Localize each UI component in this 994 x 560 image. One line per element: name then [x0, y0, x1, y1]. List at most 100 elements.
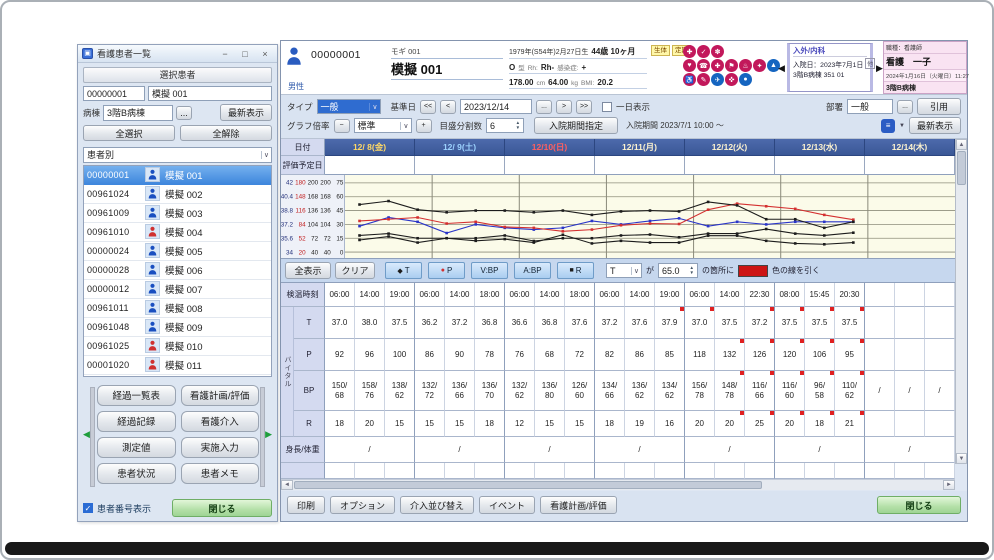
value-cell[interactable]: 134/66 [594, 371, 625, 411]
spinner-arrows-icon[interactable]: ▲▼ [516, 121, 520, 130]
value-cell[interactable]: 92 [325, 339, 355, 371]
date-cell[interactable]: 12/12(火) [685, 139, 775, 156]
value-cell[interactable] [895, 307, 925, 339]
value-cell[interactable]: 148/78 [715, 371, 745, 411]
horizontal-scroll-thumb[interactable] [294, 481, 762, 489]
patient-row[interactable]: 00961025模擬 010 [84, 337, 271, 356]
action-button[interactable]: 患者状況 [97, 463, 176, 484]
value-cell[interactable]: 136/70 [475, 371, 505, 411]
value-cell[interactable]: 20 [355, 411, 385, 437]
date-first-button[interactable]: << [420, 100, 436, 114]
date-next-button[interactable]: > [556, 100, 572, 114]
height-weight-cell[interactable]: / [414, 437, 505, 463]
action-button[interactable]: 経過一覧表 [97, 385, 176, 406]
height-weight-cell[interactable]: / [864, 437, 955, 463]
evaluation-cell[interactable] [775, 156, 865, 175]
value-cell[interactable] [925, 307, 955, 339]
action-button[interactable]: 実施入力 [181, 437, 260, 458]
value-cell[interactable] [925, 411, 955, 437]
value-cell[interactable]: 36.2 [414, 307, 445, 339]
value-cell[interactable] [864, 307, 895, 339]
horizontal-scroll-track[interactable] [293, 480, 943, 490]
patient-row[interactable]: 00000028模擬 006 [84, 261, 271, 280]
value-cell[interactable]: 18 [325, 411, 355, 437]
date-cell[interactable]: 12/ 8(金) [325, 139, 415, 156]
scroll-up-icon[interactable]: ▲ [956, 139, 967, 150]
action-button[interactable]: 患者メモ [181, 463, 260, 484]
date-cell[interactable]: 12/13(水) [775, 139, 865, 156]
value-cell[interactable]: 132 [715, 339, 745, 371]
value-cell[interactable]: 37.9 [655, 307, 685, 339]
value-cell[interactable]: 20 [774, 411, 805, 437]
refresh-button[interactable]: 最新表示 [220, 104, 272, 121]
value-cell[interactable]: 19 [625, 411, 655, 437]
value-cell[interactable]: 18 [805, 411, 835, 437]
value-cell[interactable]: 85 [655, 339, 685, 371]
admission-next-icon[interactable]: ▶ [876, 63, 883, 74]
chevron-down-icon[interactable]: ▼ [899, 123, 905, 129]
value-cell[interactable]: 08:00 [774, 283, 805, 307]
grid-refresh-button[interactable]: 最新表示 [909, 117, 961, 134]
value-cell[interactable]: 37.2 [745, 307, 775, 339]
value-cell[interactable]: 37.5 [774, 307, 805, 339]
toggle-t[interactable]: ◆T [385, 262, 422, 279]
value-cell[interactable]: 134/62 [655, 371, 685, 411]
value-cell[interactable]: 14:00 [355, 283, 385, 307]
value-cell[interactable]: 18:00 [565, 283, 595, 307]
value-cell[interactable]: 37.0 [325, 307, 355, 339]
value-cell[interactable]: 19:00 [655, 283, 685, 307]
patient-row[interactable]: 00000001模擬 001 [84, 166, 271, 185]
value-cell[interactable]: 18 [475, 411, 505, 437]
value-cell[interactable]: 90 [445, 339, 475, 371]
value-cell[interactable]: 15 [535, 411, 565, 437]
value-cell[interactable]: 82 [594, 339, 625, 371]
base-date-input[interactable]: 2023/12/14 [460, 99, 532, 114]
value-cell[interactable]: 36.8 [475, 307, 505, 339]
threshold-item-select[interactable]: T∨ [606, 263, 642, 278]
evaluation-cell[interactable] [325, 156, 415, 175]
value-cell[interactable]: 37.5 [715, 307, 745, 339]
value-cell[interactable] [895, 339, 925, 371]
value-cell[interactable] [625, 463, 655, 479]
value-cell[interactable]: 06:00 [684, 283, 715, 307]
footer-button[interactable]: イベント [479, 496, 535, 514]
value-cell[interactable]: 86 [625, 339, 655, 371]
quote-button[interactable]: 引用 [917, 98, 961, 115]
value-cell[interactable]: 20 [684, 411, 715, 437]
value-cell[interactable]: 14:00 [535, 283, 565, 307]
value-cell[interactable] [864, 283, 895, 307]
value-cell[interactable] [504, 463, 535, 479]
value-cell[interactable] [594, 463, 625, 479]
patient-list-close-button[interactable]: 閉じる [172, 499, 272, 517]
action-button[interactable]: 看護介入 [181, 411, 260, 432]
value-cell[interactable] [925, 463, 955, 479]
divisions-spinner[interactable]: 6 ▲▼ [486, 118, 524, 133]
value-cell[interactable] [864, 463, 895, 479]
height-weight-cell[interactable]: / [774, 437, 865, 463]
value-cell[interactable]: 132/72 [414, 371, 445, 411]
value-cell[interactable] [684, 463, 715, 479]
value-cell[interactable]: 15 [565, 411, 595, 437]
value-cell[interactable]: 15:45 [805, 283, 835, 307]
value-cell[interactable]: 136/62 [625, 371, 655, 411]
value-cell[interactable]: 18:00 [475, 283, 505, 307]
close-icon[interactable]: × [257, 49, 273, 59]
threshold-value-spinner[interactable]: 65.0 ▲▼ [658, 263, 698, 278]
patient-row[interactable]: 00000012模擬 007 [84, 280, 271, 299]
patient-row[interactable]: 00961024模擬 002 [84, 185, 271, 204]
value-cell[interactable]: 37.5 [805, 307, 835, 339]
value-cell[interactable] [835, 463, 865, 479]
value-cell[interactable]: 18 [594, 411, 625, 437]
value-cell[interactable] [385, 463, 415, 479]
value-cell[interactable] [925, 339, 955, 371]
value-cell[interactable]: 36.8 [535, 307, 565, 339]
date-last-button[interactable]: >> [576, 100, 592, 114]
value-cell[interactable]: 06:00 [594, 283, 625, 307]
value-cell[interactable]: 22:30 [745, 283, 775, 307]
footer-button[interactable]: オプション [330, 496, 395, 514]
value-cell[interactable]: 126 [745, 339, 775, 371]
value-cell[interactable]: 86 [414, 339, 445, 371]
toggle-p[interactable]: ●P [428, 262, 465, 279]
value-cell[interactable] [475, 463, 505, 479]
patient-row[interactable]: 00961011模擬 008 [84, 299, 271, 318]
